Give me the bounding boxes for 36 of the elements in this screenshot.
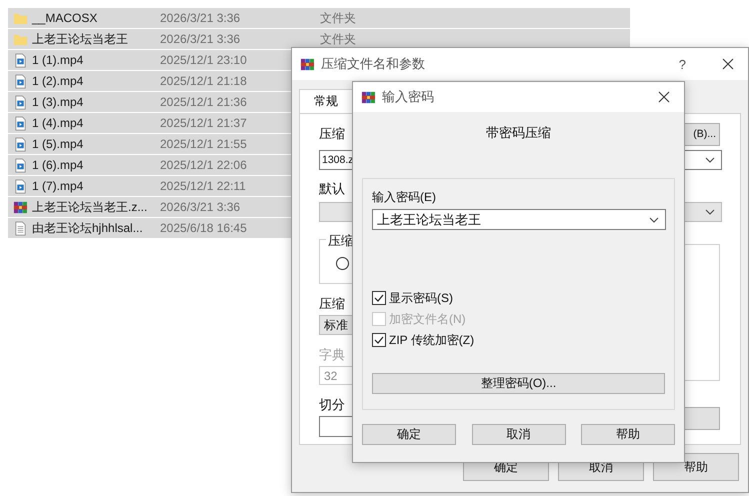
file-name: 由老王论坛hjhhlsal... [32, 220, 144, 236]
checkbox-label: 显示密码(S) [389, 290, 453, 306]
file-date: 2025/12/1 22:06 [160, 158, 248, 172]
dialog-heading: 带密码压缩 [485, 124, 552, 142]
file-date: 2026/3/21 3:36 [160, 11, 242, 25]
field-label: 切分 [319, 396, 345, 414]
file-name: 1 (1).mp4 [32, 53, 84, 67]
file-name: 上老王论坛当老王.z... [32, 198, 148, 216]
file-name: 1 (3).mp4 [32, 95, 84, 109]
file-date: 2025/12/1 23:10 [160, 53, 248, 67]
field-label: 字典 [319, 346, 345, 364]
checkbox-label: 加密文件名(N) [389, 310, 466, 328]
field-label: 压缩 [319, 125, 345, 143]
checkbox-label: ZIP 传统加密(Z) [389, 332, 474, 348]
file-date: 2025/12/1 22:11 [160, 179, 247, 193]
file-date: 2025/12/1 21:37 [160, 116, 248, 130]
file-date: 2025/12/1 21:36 [160, 95, 248, 109]
file-name: 1 (4).mp4 [32, 116, 84, 130]
field-label: 输入密码(E) [372, 189, 437, 206]
file-type: 文件夹 [320, 10, 356, 26]
file-type: 文件夹 [320, 30, 356, 48]
file-name: 上老王论坛当老王 [32, 30, 129, 48]
file-name: 1 (6).mp4 [32, 158, 84, 172]
file-date: 2025/12/1 21:18 [160, 74, 248, 88]
field-label: 默认 [319, 180, 345, 198]
field-label: 压缩 [319, 295, 345, 313]
window-title: 压缩文件名和参数 [321, 55, 426, 73]
file-name: 1 (2).mp4 [32, 74, 84, 88]
file-date: 2026/3/21 3:36 [160, 200, 242, 214]
file-name: __MACOSX [32, 11, 98, 25]
window-title: 输入密码 [382, 88, 435, 106]
file-date: 2026/3/21 3:36 [160, 32, 242, 46]
file-date: 2025/12/1 21:55 [160, 137, 248, 151]
file-name: 1 (7).mp4 [32, 179, 84, 193]
file-name: 1 (5).mp4 [32, 137, 84, 151]
file-date: 2025/6/18 16:45 [160, 221, 248, 235]
